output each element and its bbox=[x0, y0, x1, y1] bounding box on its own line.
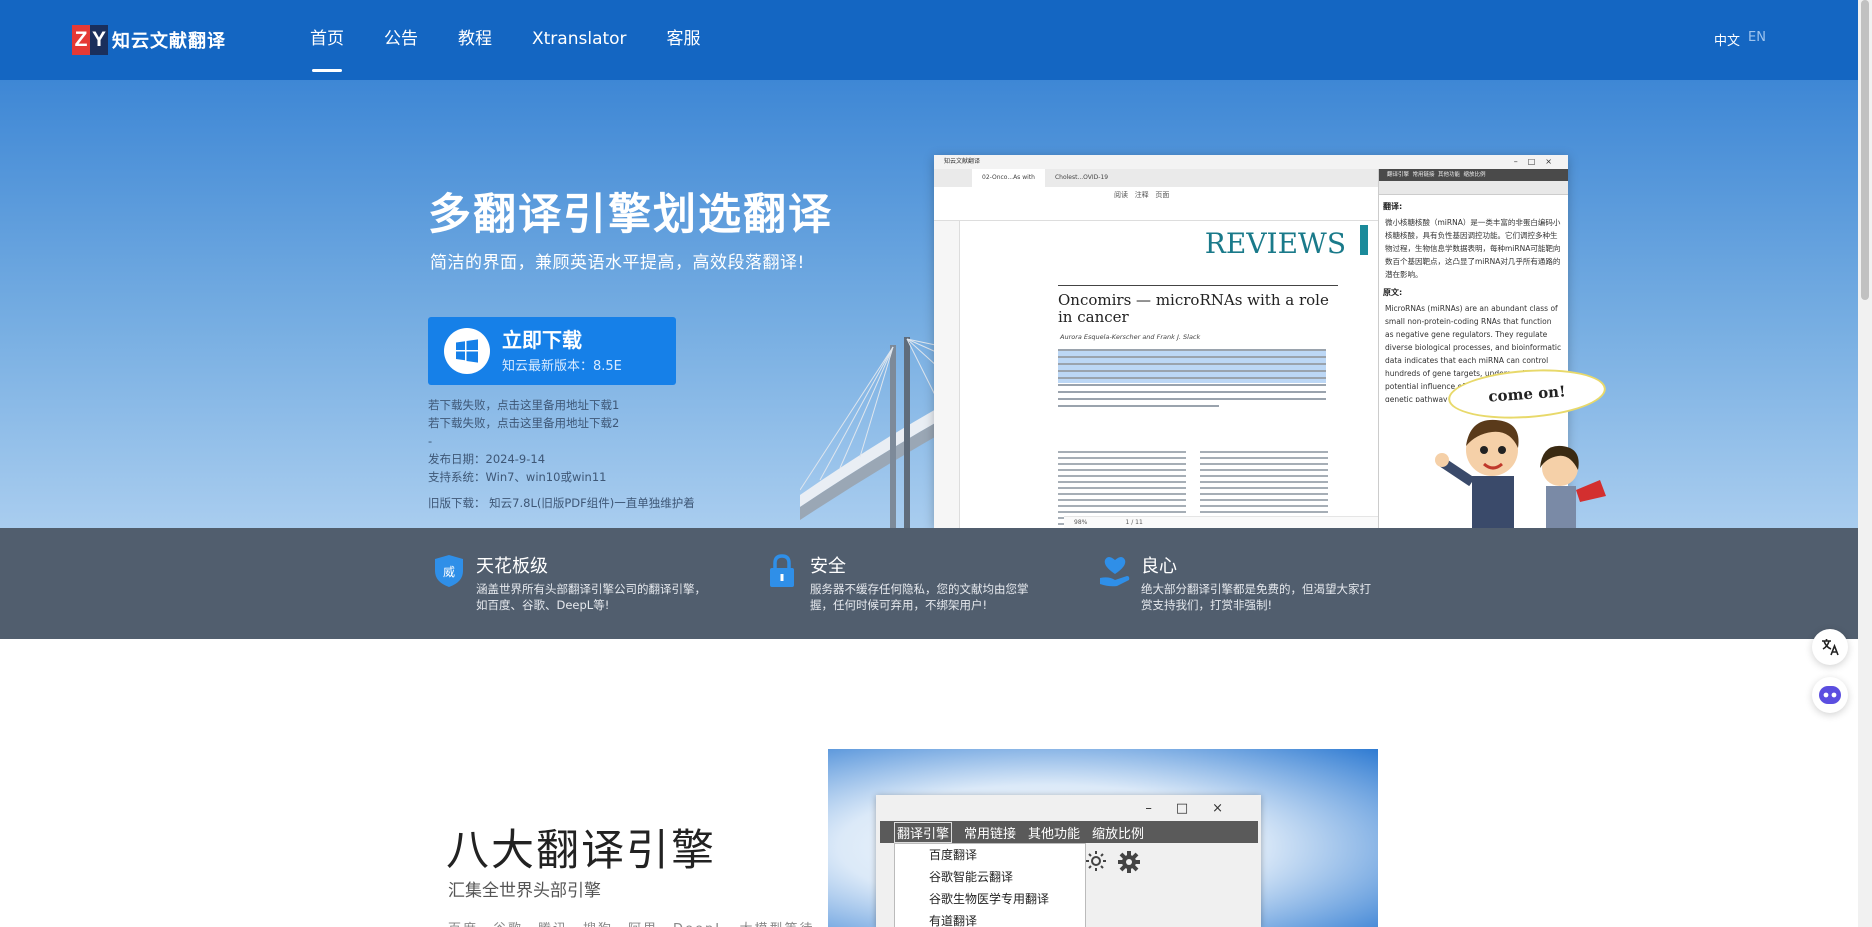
nav-tutorials[interactable]: 教程 bbox=[458, 0, 492, 80]
hero-title: 多翻译引擎划选翻译 bbox=[428, 190, 833, 240]
logo[interactable]: Z Y 知云文献翻译 bbox=[72, 24, 226, 56]
nav-xtranslator[interactable]: Xtranslator bbox=[532, 0, 627, 80]
logo-y: Y bbox=[90, 25, 108, 55]
engine-google-cloud: 谷歌智能云翻译 bbox=[929, 870, 1014, 884]
top-nav: Z Y 知云文献翻译 首页 公告 教程 Xtranslator 客服 中文 EN bbox=[0, 0, 1858, 80]
engine-google-biomed: 谷歌生物医学专用翻译 bbox=[929, 892, 1050, 906]
translation-panel-tabs: 翻译引擎 常用链接 其他功能 缩放比例 bbox=[1379, 169, 1568, 181]
preview-tab-1: 02-Onco...As with bbox=[972, 169, 1045, 187]
preview-zoom: 98% bbox=[1074, 519, 1088, 526]
nav-home[interactable]: 首页 bbox=[310, 0, 344, 80]
translation-label: 翻译: bbox=[1383, 202, 1403, 211]
download-label: 立即下载 bbox=[502, 328, 582, 352]
ai-assistant-button[interactable] bbox=[1812, 677, 1848, 713]
brand-name: 知云文献翻译 bbox=[112, 31, 226, 52]
menu-engines: 翻译引擎 bbox=[894, 821, 953, 843]
feature-security: 安全 服务器不缓存任何隐私，您的文献均由您掌握，任何时候可弃用，不绑架用户! bbox=[768, 552, 1048, 613]
preview-titlebar: 知云文献翻译 –□× bbox=[934, 155, 1568, 169]
preview-document: REVIEWS Oncomirs — microRNAs with a role… bbox=[962, 221, 1382, 528]
lang-zh[interactable]: 中文 bbox=[1714, 30, 1740, 49]
page-scrollbar[interactable] bbox=[1858, 0, 1872, 927]
hero-subtitle: 简洁的界面，兼顾英语水平提高，高效段落翻译! bbox=[430, 253, 805, 273]
feature-title: 安全 bbox=[810, 556, 846, 577]
nav-links: 首页 公告 教程 Xtranslator 客服 bbox=[310, 0, 741, 80]
gear-icon bbox=[1118, 851, 1140, 873]
logo-z: Z bbox=[72, 25, 90, 55]
preview-menu-annotate: 注释 bbox=[1134, 191, 1149, 199]
feature-title: 良心 bbox=[1141, 556, 1177, 577]
journal-bar bbox=[1360, 225, 1368, 255]
backup-link-1[interactable]: 若下载失败，点击这里备用地址下载1 bbox=[428, 396, 695, 414]
menu-other: 其他功能 bbox=[1028, 826, 1081, 842]
robot-icon bbox=[1819, 686, 1841, 704]
preview-page: 1 / 11 bbox=[1125, 519, 1143, 526]
feature-desc: 绝大部分翻译引擎都是免费的，但渴望大家打赏支持我们，打赏非强制! bbox=[1141, 582, 1371, 612]
download-button[interactable]: 立即下载 知云最新版本：8.5E bbox=[428, 317, 676, 385]
engines-names: 百度、谷歌、腾讯、搜狗、阿里、DeepL、大模型等待 bbox=[448, 918, 815, 927]
mascot-illustration bbox=[1435, 419, 1606, 528]
engines-toolbar-icons bbox=[1086, 851, 1140, 873]
nav-announcements[interactable]: 公告 bbox=[384, 0, 418, 80]
preview-menu-page: 页面 bbox=[1155, 191, 1170, 199]
engines-dropdown: 百度翻译 谷歌智能云翻译 谷歌生物医学专用翻译 有道翻译 bbox=[894, 843, 1086, 927]
old-version-link[interactable]: 旧版下载： 知云7.8L(旧版PDF组件)一直单独维护着 bbox=[428, 494, 695, 512]
feature-top-tier: 威 天花板级 涵盖世界所有头部翻译引擎公司的翻译引擎，如百度、谷歌、DeepL等… bbox=[434, 552, 714, 613]
preview-window-controls: –□× bbox=[1513, 157, 1562, 166]
paper-title: Oncomirs — microRNAs with a role in canc… bbox=[1058, 285, 1338, 326]
paper-authors: Aurora Esquela-Kerscher and Frank J. Sla… bbox=[1060, 333, 1201, 341]
scrollbar-thumb[interactable] bbox=[1861, 0, 1869, 300]
menu-zoom: 缩放比例 bbox=[1092, 826, 1145, 842]
windows-icon bbox=[444, 328, 490, 374]
backup-link-2[interactable]: 若下载失败，点击这里备用地址下载2 bbox=[428, 414, 695, 432]
preview-menu-read: 阅读 bbox=[1114, 191, 1128, 199]
translate-icon bbox=[1822, 639, 1839, 656]
heart-hand-icon bbox=[1100, 557, 1130, 587]
journal-header: REVIEWS bbox=[1204, 227, 1346, 260]
shield-icon: 威 bbox=[435, 555, 463, 587]
menu-links: 常用链接 bbox=[964, 826, 1017, 842]
translation-text: 微小核糖核酸（miRNA）是一类丰富的非蛋白编码小核糖核酸，具有负性基因调控功能… bbox=[1385, 218, 1561, 279]
sun-icon bbox=[1086, 851, 1106, 871]
download-version: 知云最新版本：8.5E bbox=[502, 359, 622, 374]
engines-title: 八大翻译引擎 bbox=[446, 826, 716, 876]
engines-subtitle: 汇集全世界头部引擎 bbox=[448, 881, 601, 901]
language-switch: 中文 EN bbox=[1714, 30, 1766, 49]
download-info: 若下载失败，点击这里备用地址下载1 若下载失败，点击这里备用地址下载2 - 发布… bbox=[428, 396, 695, 512]
shield-icon-char: 威 bbox=[443, 565, 455, 579]
nav-support[interactable]: 客服 bbox=[667, 0, 701, 80]
feature-conscience: 良心 绝大部分翻译引擎都是免费的，但渴望大家打赏支持我们，打赏非强制! bbox=[1099, 552, 1379, 613]
translate-page-button[interactable] bbox=[1812, 629, 1848, 665]
abstract-lines bbox=[1058, 349, 1326, 412]
feature-desc: 涵盖世界所有头部翻译引擎公司的翻译引擎，如百度、谷歌、DeepL等! bbox=[476, 582, 706, 612]
engines-menubar: 翻译引擎 常用链接 其他功能 缩放比例 bbox=[880, 821, 1258, 843]
engine-youdao: 有道翻译 bbox=[929, 914, 978, 927]
release-date: 发布日期：2024-9-14 bbox=[428, 452, 546, 466]
original-label: 原文: bbox=[1383, 288, 1403, 297]
lang-en[interactable]: EN bbox=[1748, 30, 1766, 49]
engine-baidu: 百度翻译 bbox=[929, 848, 978, 862]
engines-window: –□× 翻译引擎 常用链接 其他功能 缩放比例 百度翻译 谷歌智能云翻译 谷歌生… bbox=[876, 795, 1261, 927]
supported-os: 支持系统：Win7、win10或win11 bbox=[428, 470, 607, 484]
feature-title: 天花板级 bbox=[476, 556, 548, 577]
engines-window-controls: –□× bbox=[1145, 801, 1247, 816]
lock-icon bbox=[770, 554, 794, 587]
feature-desc: 服务器不缓存任何隐私，您的文献均由您掌握，任何时候可弃用，不绑架用户! bbox=[810, 582, 1029, 612]
hero: 多翻译引擎划选翻译 简洁的界面，兼顾英语水平提高，高效段落翻译! 立即下载 知云… bbox=[0, 80, 1858, 528]
separator-dash: - bbox=[428, 434, 433, 448]
preview-left-rail bbox=[934, 221, 960, 528]
features-band: 威 天花板级 涵盖世界所有头部翻译引擎公司的翻译引擎，如百度、谷歌、DeepL等… bbox=[0, 528, 1858, 639]
preview-statusbar: 98% 1 / 11 bbox=[1064, 516, 1384, 528]
preview-window-title: 知云文献翻译 bbox=[944, 158, 981, 165]
preview-tab-2: Cholest...OVID-19 bbox=[1054, 174, 1109, 181]
logo-mark: Z Y bbox=[72, 25, 108, 55]
translation-panel-icons bbox=[1379, 181, 1568, 195]
